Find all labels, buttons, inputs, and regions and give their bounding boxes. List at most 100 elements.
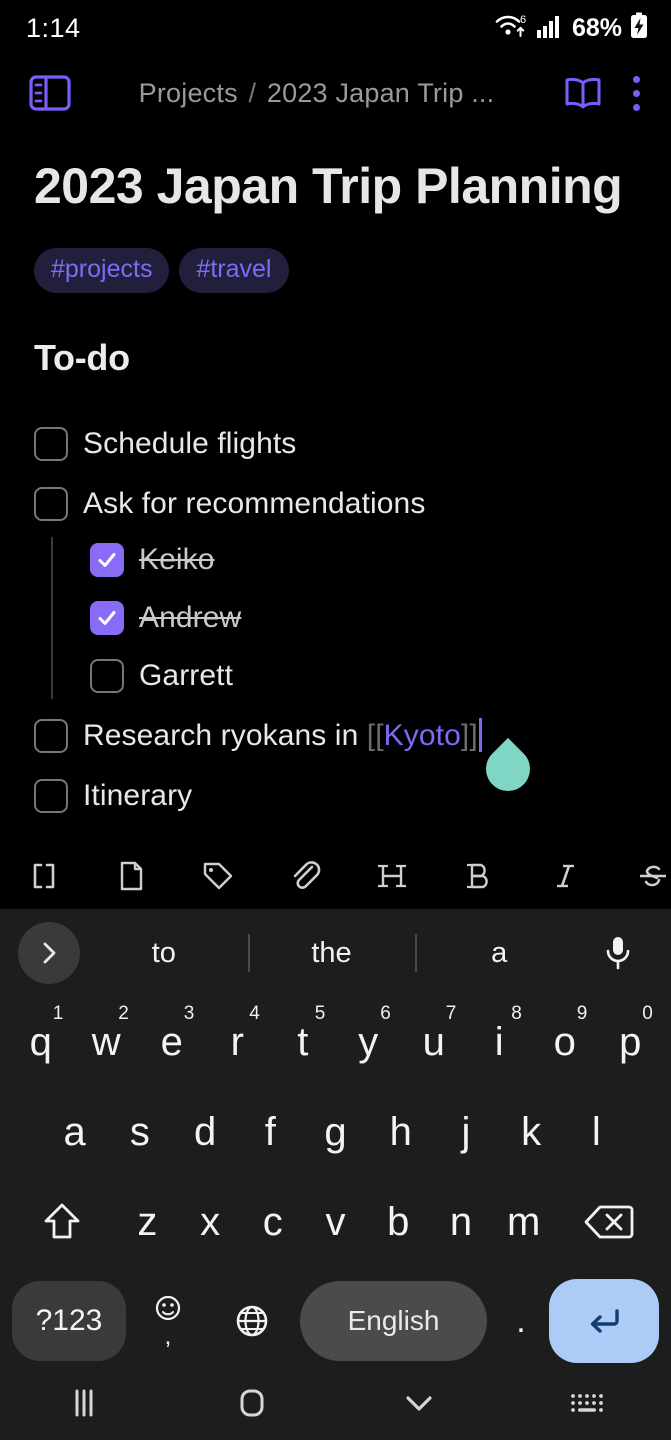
keyboard-row-4: ?123 , English . (0, 1267, 671, 1375)
key-r[interactable]: 4r (205, 997, 271, 1087)
more-vertical-icon[interactable] (619, 67, 653, 119)
checkbox-checked[interactable] (90, 600, 124, 635)
suggestion-2[interactable]: a (415, 937, 583, 970)
home-icon[interactable] (168, 1385, 336, 1421)
key-t[interactable]: 5t (270, 997, 336, 1087)
editor-format-toolbar (0, 843, 671, 909)
key-v[interactable]: v (304, 1177, 367, 1267)
suggestion-1[interactable]: the (248, 937, 416, 970)
chevron-right-icon[interactable] (18, 922, 80, 984)
checkbox-unchecked[interactable] (34, 426, 68, 461)
wikilink-kyoto[interactable]: Kyoto (384, 719, 461, 752)
breadcrumb-parent[interactable]: Projects (139, 78, 238, 108)
checkbox-unchecked[interactable] (90, 658, 124, 693)
wikilink-brackets-icon[interactable] (0, 858, 87, 894)
todo-item-andrew[interactable]: Andrew (34, 595, 637, 641)
phone-screen: 1:14 6 68% Projects / 2023 Japan Trip ..… (0, 0, 671, 1440)
tag-travel[interactable]: #travel (179, 248, 289, 293)
key-e[interactable]: 3e (139, 997, 205, 1087)
key-k[interactable]: k (499, 1087, 564, 1177)
key-symbols-label: ?123 (35, 1304, 103, 1337)
key-y[interactable]: 6y (336, 997, 402, 1087)
status-bar: 1:14 6 68% (0, 0, 671, 56)
todo-label[interactable]: Garrett (139, 659, 233, 693)
bold-icon[interactable] (435, 858, 522, 894)
strikethrough-icon[interactable] (609, 858, 671, 894)
key-n[interactable]: n (430, 1177, 493, 1267)
attachment-paperclip-icon[interactable] (261, 857, 348, 895)
key-i[interactable]: 8i (467, 997, 533, 1087)
todo-item-schedule-flights[interactable]: Schedule flights (34, 421, 637, 467)
todo-item-research-ryokans[interactable]: Research ryokans in [[Kyoto]] (34, 713, 637, 800)
todo-label[interactable]: Andrew (139, 601, 241, 635)
key-j[interactable]: j (433, 1087, 498, 1177)
key-c[interactable]: c (241, 1177, 304, 1267)
language-globe-icon[interactable] (210, 1267, 294, 1375)
key-q[interactable]: 1q (8, 997, 74, 1087)
breadcrumb-current[interactable]: 2023 Japan Trip ... (267, 78, 494, 108)
key-l-label: l (591, 1110, 601, 1154)
checkbox-unchecked[interactable] (34, 778, 68, 813)
key-f[interactable]: f (238, 1087, 303, 1177)
keyboard-switcher-icon[interactable] (503, 1388, 671, 1418)
chevron-down-icon[interactable] (336, 1388, 504, 1418)
breadcrumb[interactable]: Projects / 2023 Japan Trip ... (86, 78, 547, 109)
italic-icon[interactable] (522, 858, 609, 894)
key-m[interactable]: m (492, 1177, 555, 1267)
backspace-icon[interactable] (555, 1177, 663, 1267)
open-book-icon[interactable] (557, 67, 609, 119)
key-spacebar[interactable]: English (300, 1281, 487, 1361)
key-period-label: . (516, 1302, 526, 1340)
key-b[interactable]: b (367, 1177, 430, 1267)
key-h[interactable]: h (368, 1087, 433, 1177)
indent-guide (51, 536, 53, 699)
key-q-number: 1 (52, 1003, 64, 1024)
key-g[interactable]: g (303, 1087, 368, 1177)
key-w[interactable]: 2w (74, 997, 140, 1087)
key-x[interactable]: x (179, 1177, 242, 1267)
key-r-number: 4 (249, 1003, 260, 1024)
tag-projects[interactable]: #projects (34, 248, 170, 293)
todo-label[interactable]: Research ryokans in [[Kyoto]] (83, 718, 482, 753)
key-d[interactable]: d (172, 1087, 237, 1177)
key-l[interactable]: l (564, 1087, 629, 1177)
todo-label[interactable]: Schedule flights (83, 427, 296, 461)
section-heading-todo[interactable]: To-do (34, 337, 637, 379)
suggestion-0[interactable]: to (80, 937, 248, 970)
todo-label[interactable]: Keiko (139, 543, 215, 577)
key-p[interactable]: 0p (598, 997, 664, 1087)
recents-icon[interactable] (0, 1386, 168, 1420)
key-period[interactable]: . (493, 1267, 549, 1375)
todo-item-keiko[interactable]: Keiko (34, 537, 637, 583)
key-symbols[interactable]: ?123 (12, 1281, 126, 1361)
key-a[interactable]: a (42, 1087, 107, 1177)
key-z[interactable]: z (116, 1177, 179, 1267)
new-page-icon[interactable] (87, 858, 174, 894)
shift-icon[interactable] (8, 1177, 116, 1267)
on-screen-keyboard: to the a 1q 2w 3e 4r 5t 6y 7u 8i 9o 0p a… (0, 909, 671, 1366)
checkbox-unchecked[interactable] (34, 718, 68, 753)
tag-icon[interactable] (174, 858, 261, 894)
key-o[interactable]: 9o (532, 997, 598, 1087)
emoji-comma-icon[interactable]: , (126, 1267, 210, 1375)
enter-return-icon[interactable] (549, 1279, 659, 1363)
todo-item-itinerary[interactable]: Itinerary (34, 773, 637, 819)
menu-dot (632, 75, 640, 83)
key-spacebar-label: English (347, 1305, 440, 1336)
todo-item-garrett[interactable]: Garrett (34, 653, 637, 699)
app-toolbar: Projects / 2023 Japan Trip ... (0, 56, 671, 130)
heading-icon[interactable] (348, 858, 435, 894)
todo-label[interactable]: Itinerary (83, 779, 192, 813)
checkbox-checked[interactable] (90, 542, 124, 577)
todo-label[interactable]: Ask for recommendations (83, 487, 425, 521)
page-title[interactable]: 2023 Japan Trip Planning (34, 130, 637, 220)
key-v-label: v (325, 1200, 346, 1244)
key-s[interactable]: s (107, 1087, 172, 1177)
sidebar-toggle-icon[interactable] (24, 67, 76, 119)
note-content[interactable]: 2023 Japan Trip Planning #projects #trav… (0, 130, 671, 819)
checkbox-unchecked[interactable] (34, 486, 68, 521)
key-g-label: g (324, 1110, 347, 1154)
todo-item-ask-for-recommendations[interactable]: Ask for recommendations (34, 481, 637, 527)
microphone-icon[interactable] (583, 934, 653, 972)
key-u[interactable]: 7u (401, 997, 467, 1087)
